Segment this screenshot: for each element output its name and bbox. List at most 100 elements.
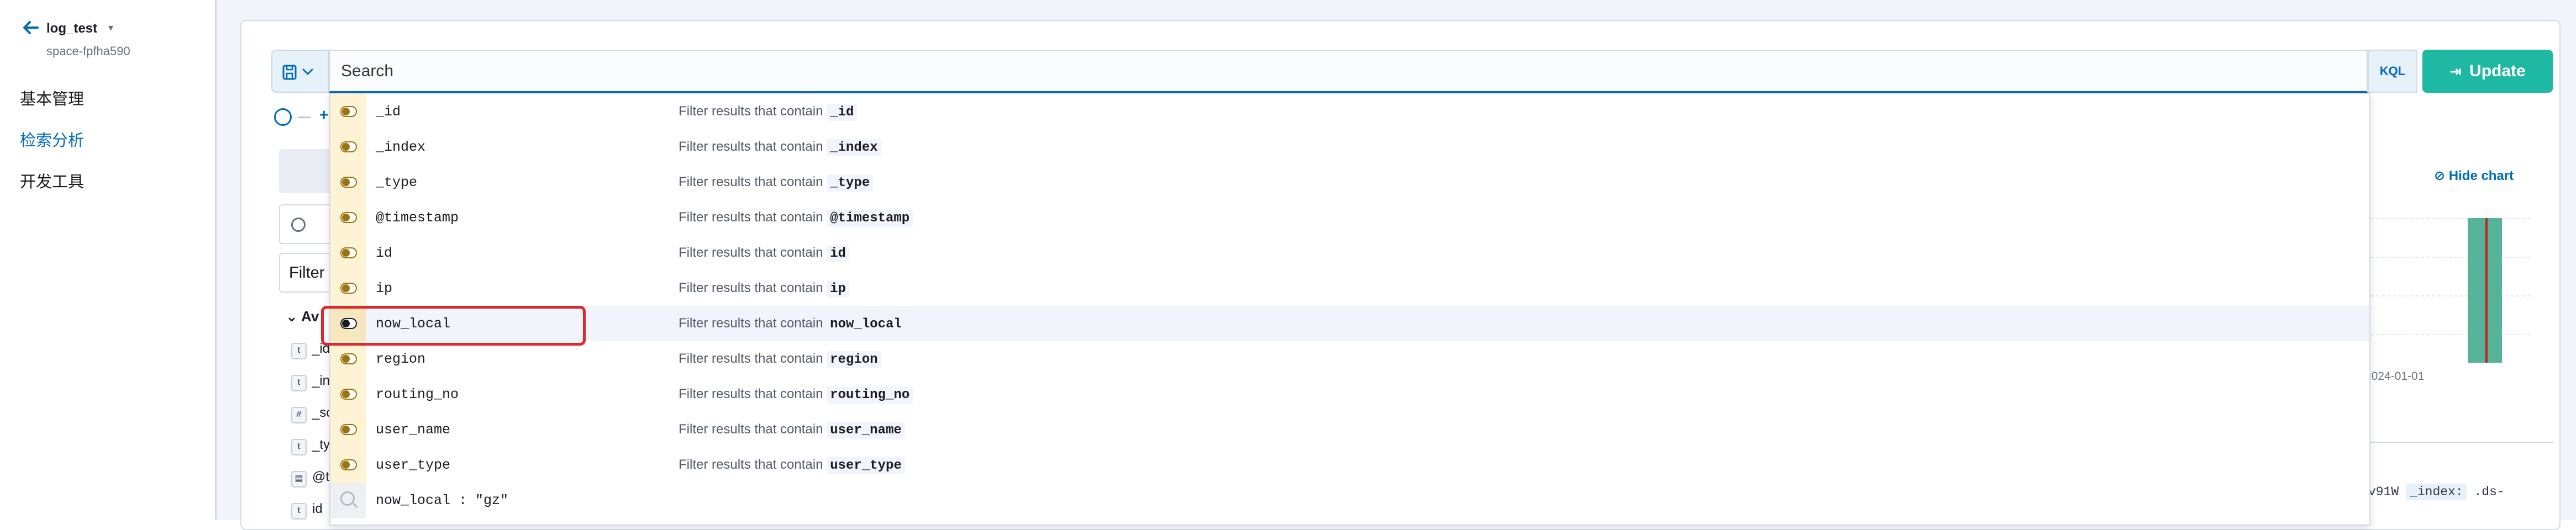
add-filter-icon[interactable]: + xyxy=(319,106,328,124)
search-input[interactable] xyxy=(329,50,2368,93)
grid-line xyxy=(2365,218,2531,219)
suggestion-description: Filter results that contain @timestamp xyxy=(679,210,913,227)
field-item[interactable]: t _ty xyxy=(291,437,330,455)
suggestion-description-field: region xyxy=(827,351,881,368)
available-fields-header[interactable]: ⌄ Av xyxy=(286,308,319,325)
chevron-down-icon: ⌄ xyxy=(286,308,302,325)
suggestion-description-text: Filter results that contain xyxy=(679,386,823,401)
search-icon xyxy=(291,218,306,232)
field-type-cell xyxy=(330,447,366,483)
hide-chart-button[interactable]: ⊘ Hide chart xyxy=(2434,168,2514,184)
suggestion-description-field: ip xyxy=(827,280,849,298)
search-icon-handle xyxy=(353,502,358,508)
now-marker-line xyxy=(2485,218,2488,363)
suggestion-description: Filter results that contain now_local xyxy=(679,316,905,333)
suggestion-item[interactable]: user_type Filter results that contain us… xyxy=(330,447,2369,483)
suggestion-field: user_name xyxy=(376,422,451,438)
string-type-icon: t xyxy=(291,343,307,359)
suggestion-description-field: @timestamp xyxy=(827,210,913,227)
field-token-icon xyxy=(340,247,357,258)
nav-item-search-analysis[interactable]: 检索分析 xyxy=(20,128,84,151)
histogram-chart[interactable] xyxy=(2365,213,2553,363)
field-item[interactable]: t _id xyxy=(291,341,330,359)
filter-menu-icon[interactable] xyxy=(274,108,292,126)
suggestion-description-field: now_local xyxy=(827,316,905,333)
suggestion-description-field: _index xyxy=(827,139,881,156)
string-type-icon: t xyxy=(291,503,307,520)
calendar-icon: ▤ xyxy=(291,471,307,487)
suggestion-item[interactable]: id Filter results that contain id xyxy=(330,235,2369,271)
field-token-icon xyxy=(340,177,357,188)
suggestion-description-text: Filter results that contain xyxy=(679,104,823,119)
histogram-bar[interactable] xyxy=(2468,218,2502,363)
suggestion-description: Filter results that contain region xyxy=(679,351,881,368)
query-bar: KQL xyxy=(271,50,2417,93)
suggestion-field: _index xyxy=(376,139,426,155)
nav-item-basic-management[interactable]: 基本管理 xyxy=(20,86,84,109)
suggestion-item[interactable]: routing_no Filter results that contain r… xyxy=(330,377,2369,412)
field-item[interactable]: t _in xyxy=(291,373,330,391)
suggestion-field: id xyxy=(376,245,393,261)
divider xyxy=(2366,442,2554,443)
suggestion-field: @timestamp xyxy=(376,210,459,226)
field-token-icon xyxy=(340,318,357,329)
suggestion-description: Filter results that contain routing_no xyxy=(679,386,913,404)
suggestion-field: _id xyxy=(376,104,401,120)
suggestion-item[interactable]: ip Filter results that contain ip xyxy=(330,271,2369,306)
suggestion-query: now_local : "gz" xyxy=(376,492,509,508)
suggestion-description-text: Filter results that contain xyxy=(679,422,823,437)
field-token-icon xyxy=(340,141,357,152)
update-label: Update xyxy=(2469,62,2526,80)
suggestion-description-text: Filter results that contain xyxy=(679,139,823,154)
app-title[interactable]: log_test xyxy=(46,21,97,36)
field-item-label: _in xyxy=(312,373,330,388)
suggestion-description: Filter results that contain _id xyxy=(679,104,858,121)
field-type-cell xyxy=(330,341,366,377)
suggestion-description-field: _type xyxy=(827,174,874,192)
field-token-icon xyxy=(340,389,357,400)
suggestion-item-query[interactable]: now_local : "gz" xyxy=(330,483,2369,518)
chevron-down-icon[interactable]: ▾ xyxy=(108,22,113,34)
nav-item-dev-tools[interactable]: 开发工具 xyxy=(20,169,84,192)
field-token-icon xyxy=(340,424,357,435)
suggestion-description-field: id xyxy=(827,245,849,262)
field-item[interactable]: # _sc xyxy=(291,405,333,423)
suggestion-description-field: _id xyxy=(827,104,858,121)
saved-query-button[interactable] xyxy=(271,50,329,93)
string-type-icon: t xyxy=(291,439,307,455)
suggestion-description-text: Filter results that contain xyxy=(679,210,823,225)
number-type-icon: # xyxy=(291,407,307,423)
suggestion-description-field: routing_no xyxy=(827,386,913,404)
field-item[interactable]: ▤ @t xyxy=(291,469,330,487)
field-type-cell xyxy=(330,271,366,306)
suggestion-description: Filter results that contain ip xyxy=(679,280,849,298)
field-item-label: _ty xyxy=(312,437,330,452)
suggestion-description-text: Filter results that contain xyxy=(679,316,823,331)
suggestion-description-field: user_type xyxy=(827,457,905,474)
kql-language-toggle[interactable]: KQL xyxy=(2368,50,2417,93)
suggestion-item-selected[interactable]: now_local Filter results that contain no… xyxy=(330,306,2369,341)
update-button[interactable]: ⇥ Update xyxy=(2422,50,2553,93)
field-token-icon xyxy=(340,459,357,470)
field-item[interactable]: t id xyxy=(291,501,323,520)
suggestion-field: now_local xyxy=(376,316,451,332)
field-item-label: @t xyxy=(312,469,330,484)
suggestion-item[interactable]: region Filter results that contain regio… xyxy=(330,341,2369,377)
document-preview: v91W _index: .ds- xyxy=(2368,484,2505,500)
suggestion-item[interactable]: user_name Filter results that contain us… xyxy=(330,412,2369,447)
query-suggestions-dropdown: _id Filter results that contain _id _ind… xyxy=(329,93,2370,526)
back-arrow-icon[interactable] xyxy=(20,17,42,39)
suggestion-description: Filter results that contain id xyxy=(679,245,849,262)
field-token-icon xyxy=(340,106,357,117)
field-item-label: id xyxy=(312,501,323,516)
field-type-cell xyxy=(330,235,366,271)
suggestion-item[interactable]: _index Filter results that contain _inde… xyxy=(330,129,2369,165)
suggestion-item[interactable]: _type Filter results that contain _type xyxy=(330,165,2369,200)
suggestion-description-text: Filter results that contain xyxy=(679,351,823,366)
suggestion-description: Filter results that contain _type xyxy=(679,174,874,192)
suggestion-item[interactable]: _id Filter results that contain _id xyxy=(330,94,2369,129)
suggestion-item[interactable]: @timestamp Filter results that contain @… xyxy=(330,200,2369,235)
suggestion-description: Filter results that contain _index xyxy=(679,139,881,156)
field-type-cell xyxy=(330,377,366,412)
suggestion-description: Filter results that contain user_type xyxy=(679,457,905,474)
